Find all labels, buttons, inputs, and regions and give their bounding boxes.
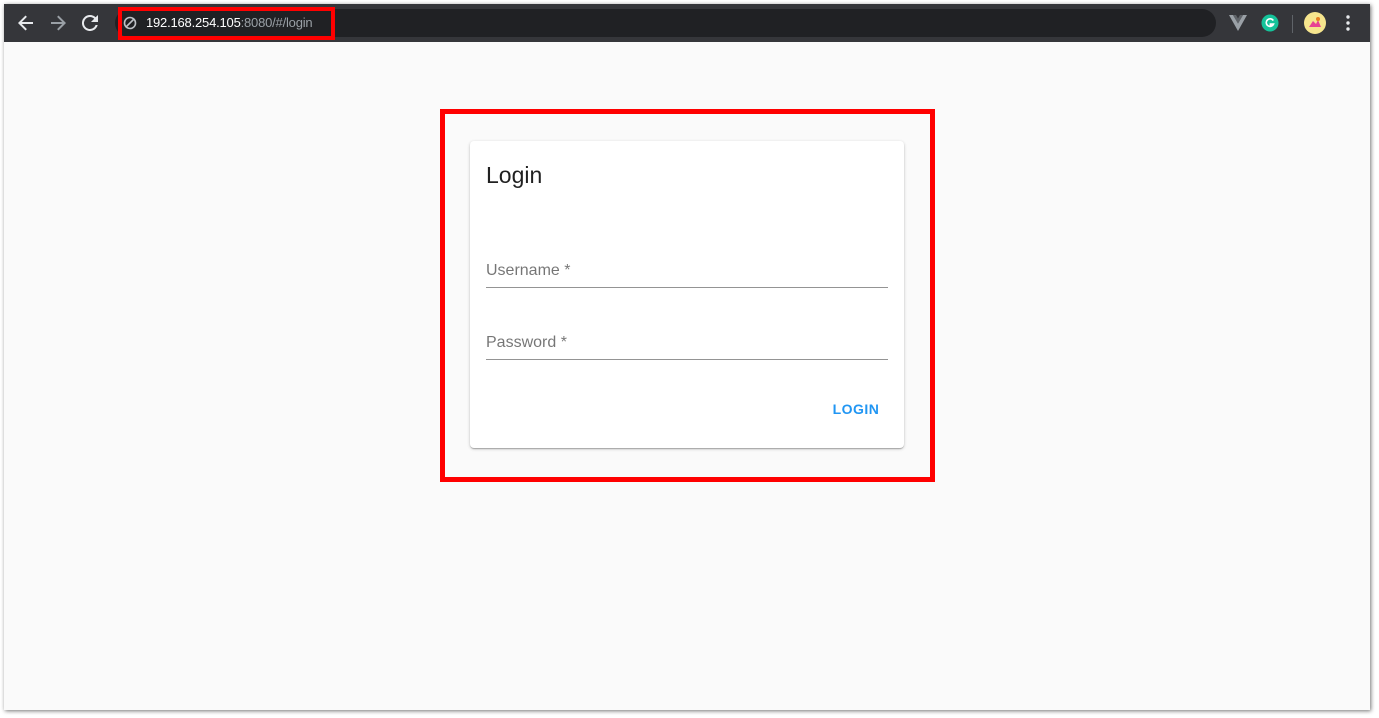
not-secure-icon[interactable] xyxy=(123,16,137,30)
username-label: Username * xyxy=(486,262,571,279)
back-arrow-icon[interactable] xyxy=(16,13,36,33)
toolbar-separator xyxy=(1292,15,1293,33)
vue-devtools-icon[interactable] xyxy=(1228,13,1248,33)
password-field[interactable]: Password * xyxy=(486,326,888,360)
username-field[interactable]: Username * xyxy=(486,254,888,288)
card-title: Login xyxy=(486,162,543,188)
url-host: 192.168.254.105 xyxy=(146,15,241,30)
profile-avatar-icon[interactable] xyxy=(1304,12,1326,34)
grammarly-icon[interactable] xyxy=(1260,13,1280,33)
url-path: :8080/#/login xyxy=(240,15,313,30)
login-button[interactable]: LOGIN xyxy=(824,391,888,427)
password-label: Password * xyxy=(486,334,567,351)
browser-toolbar: 192.168.254.105:8080/#/login xyxy=(4,4,1370,42)
kebab-menu-icon[interactable] xyxy=(1338,13,1358,33)
browser-window: 192.168.254.105:8080/#/login Login Usern… xyxy=(4,4,1370,710)
url-text[interactable]: 192.168.254.105:8080/#/login xyxy=(146,15,313,31)
login-card: Login Username * Password * LOGIN xyxy=(470,141,904,448)
address-bar[interactable]: 192.168.254.105:8080/#/login xyxy=(115,9,1216,37)
forward-arrow-icon[interactable] xyxy=(48,13,68,33)
reload-icon[interactable] xyxy=(80,13,100,33)
